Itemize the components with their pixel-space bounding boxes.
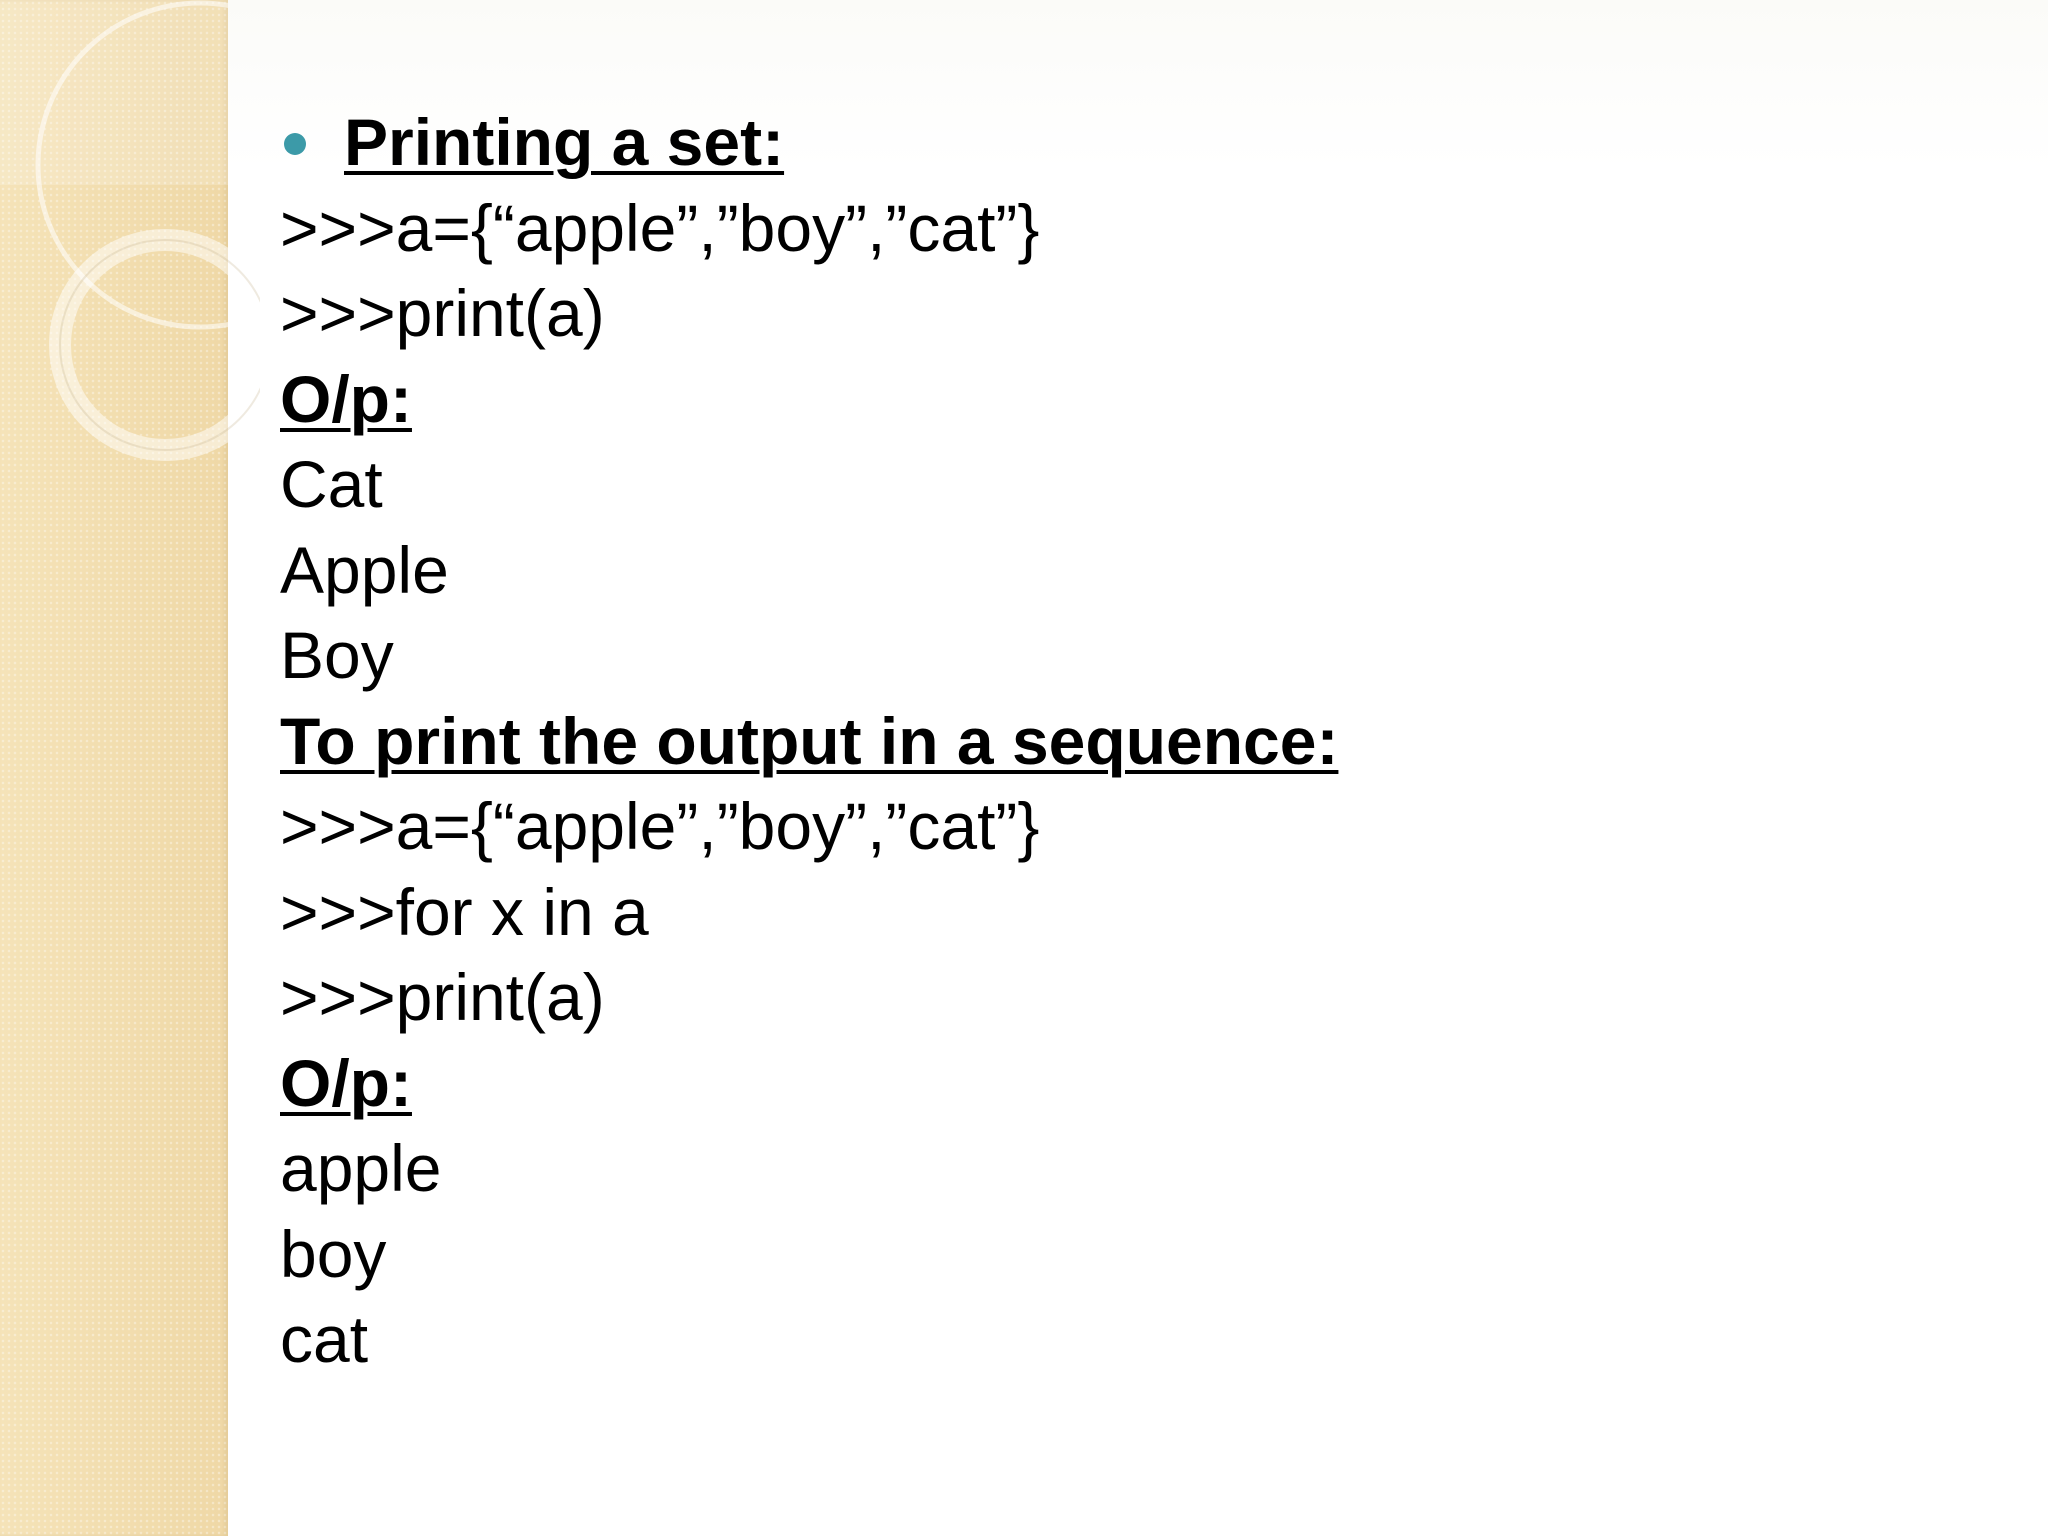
output-line: cat bbox=[280, 1302, 369, 1376]
code-line: >>>print(a) bbox=[280, 960, 605, 1034]
output-line: Boy bbox=[280, 618, 394, 692]
code-line: >>>for x in a bbox=[280, 874, 649, 949]
output-line: apple bbox=[280, 1131, 442, 1205]
code-line: >>>print(a) bbox=[280, 276, 605, 350]
output-label: O/p: bbox=[280, 361, 412, 436]
slide: Printing a set: >>>a={“apple”,”boy”,”cat… bbox=[0, 0, 2048, 1536]
output-line: boy bbox=[280, 1216, 387, 1291]
code-line: >>>a={“apple”,”boy”,”cat”} bbox=[280, 190, 1040, 265]
subheading: To print the output in a sequence: bbox=[280, 703, 1339, 778]
slide-heading: Printing a set: bbox=[344, 105, 785, 179]
output-line: Apple bbox=[280, 532, 449, 607]
subheading-wrap: To print the output in a sequence: bbox=[280, 699, 1988, 785]
decorative-side-panel bbox=[0, 0, 260, 1536]
bullet-item: Printing a set: bbox=[280, 100, 1988, 186]
decorative-rings bbox=[0, 0, 260, 461]
output-label: O/p: bbox=[280, 1045, 412, 1120]
code-line: >>>a={“apple”,”boy”,”cat”} bbox=[280, 789, 1040, 863]
output-line: Cat bbox=[280, 447, 383, 521]
slide-content: Printing a set: >>>a={“apple”,”boy”,”cat… bbox=[280, 100, 1988, 1383]
bullet-icon bbox=[284, 133, 306, 155]
